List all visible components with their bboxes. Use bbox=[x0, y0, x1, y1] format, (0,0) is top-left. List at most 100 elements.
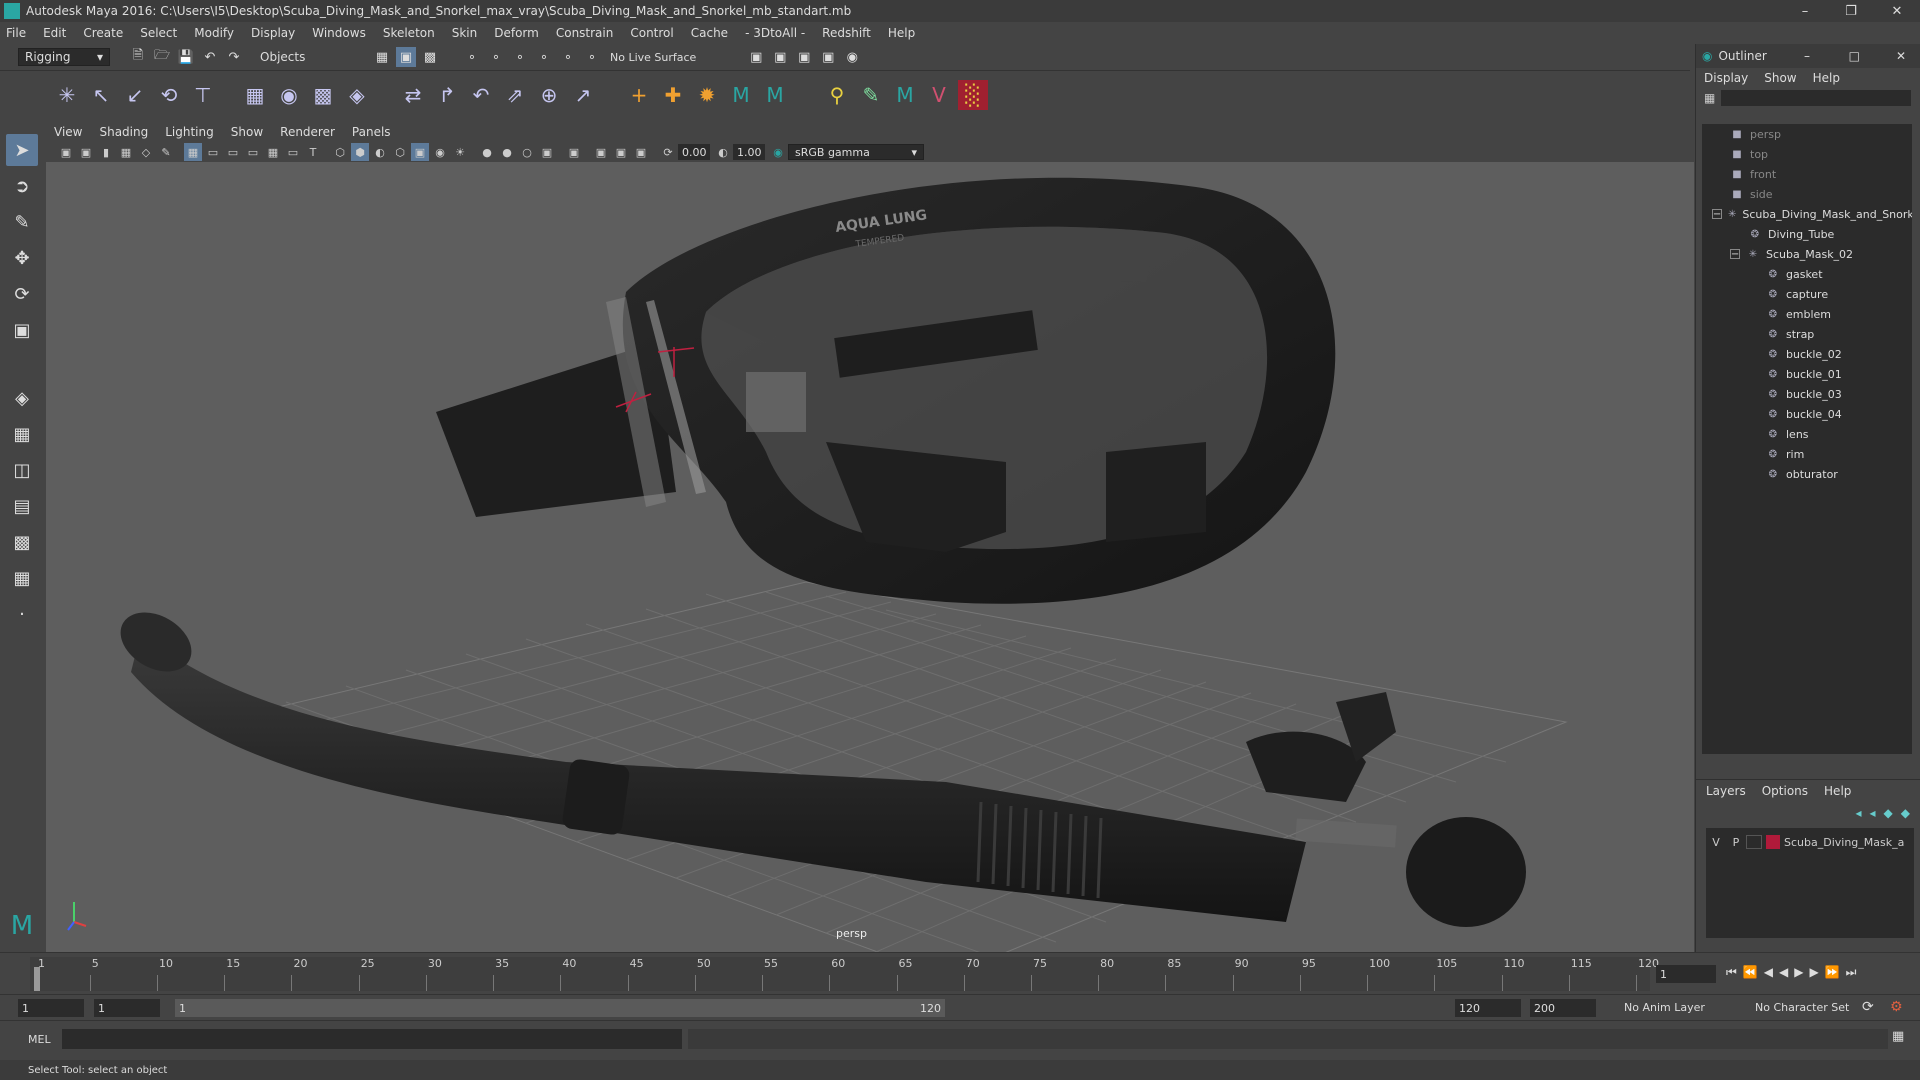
ik-handle-icon[interactable]: ↖ bbox=[86, 80, 116, 110]
outliner-item[interactable]: ❂ lens bbox=[1702, 424, 1912, 444]
outliner-item[interactable]: ❂ gasket bbox=[1702, 264, 1912, 284]
key-icon[interactable]: ⚲ bbox=[822, 80, 852, 110]
xray-joints-icon[interactable]: ▣ bbox=[592, 143, 610, 161]
go-to-end-icon[interactable]: ⏭ bbox=[1846, 965, 1857, 980]
grid-toggle-icon[interactable]: ▦ bbox=[184, 143, 202, 161]
color-management-icon[interactable]: ◉ bbox=[769, 143, 787, 161]
paint-icon[interactable]: ✎ bbox=[856, 80, 886, 110]
minimize-button[interactable]: – bbox=[1782, 0, 1828, 22]
panel-menu-panels[interactable]: Panels bbox=[352, 125, 391, 139]
backface-culling-icon[interactable]: ▣ bbox=[632, 143, 650, 161]
lattice-icon[interactable]: ▩ bbox=[308, 80, 338, 110]
hypershade-layout-icon[interactable]: ▦ bbox=[6, 562, 38, 594]
paint-weights-icon[interactable]: ◉ bbox=[274, 80, 304, 110]
outliner-item[interactable]: − ✳ Scuba_Mask_02 bbox=[1702, 244, 1912, 264]
safe-title-icon[interactable]: T bbox=[304, 143, 322, 161]
outliner-item[interactable]: ■ top bbox=[1702, 144, 1912, 164]
expand-toggle-icon[interactable]: − bbox=[1712, 209, 1722, 220]
save-scene-icon[interactable]: 💾 bbox=[176, 47, 196, 67]
vertex-icon[interactable]: V bbox=[924, 80, 954, 110]
use-default-material-icon[interactable]: ◐ bbox=[371, 143, 389, 161]
step-back-key-icon[interactable]: ⏪ bbox=[1743, 965, 1758, 980]
xray-active-icon[interactable]: ▣ bbox=[612, 143, 630, 161]
2d-pan-zoom-icon[interactable]: ◇ bbox=[137, 143, 155, 161]
outliner-item[interactable]: ■ front bbox=[1702, 164, 1912, 184]
selection-mode-dropdown[interactable]: Objects bbox=[254, 48, 364, 66]
single-view-icon[interactable]: ◈ bbox=[6, 382, 38, 414]
outliner-item[interactable]: ❂ rim bbox=[1702, 444, 1912, 464]
gamma-icon[interactable]: ◐ bbox=[714, 143, 732, 161]
go-to-start-icon[interactable]: ⏮ bbox=[1726, 965, 1737, 980]
render-frame-icon[interactable]: ▣ bbox=[770, 47, 790, 67]
range-bar[interactable]: 1 120 bbox=[175, 999, 945, 1017]
outliner-maximize-button[interactable]: □ bbox=[1849, 49, 1860, 63]
resolution-gate-icon[interactable]: ▭ bbox=[224, 143, 242, 161]
command-language-label[interactable]: MEL bbox=[28, 1033, 51, 1046]
pole-vector-icon[interactable]: ↗ bbox=[568, 80, 598, 110]
playback-end-field[interactable]: 120 bbox=[1455, 999, 1521, 1017]
viewport-persp[interactable]: AQUA LUNG TEMPERED persp bbox=[46, 162, 1694, 952]
scale-constraint-icon[interactable]: ⇗ bbox=[500, 80, 530, 110]
isolate-select-icon[interactable]: ▣ bbox=[565, 143, 583, 161]
current-frame-field[interactable]: 1 bbox=[1656, 965, 1716, 983]
outliner-item[interactable]: ❂ obturator bbox=[1702, 464, 1912, 484]
grease-pencil-icon[interactable]: ✎ bbox=[157, 143, 175, 161]
current-time-indicator[interactable] bbox=[34, 967, 40, 991]
new-layer-icon[interactable]: ◆ bbox=[1884, 806, 1893, 820]
play-back-icon[interactable]: ◀ bbox=[1779, 965, 1788, 980]
snap-grid-icon[interactable]: ∘ bbox=[462, 47, 482, 67]
rotate-tool-icon[interactable]: ⟳ bbox=[6, 278, 38, 310]
bone-icon[interactable]: ✹ bbox=[692, 80, 722, 110]
graph-icon[interactable]: ░ bbox=[958, 79, 988, 110]
new-scene-icon[interactable]: 🗎 bbox=[128, 47, 148, 67]
maya-tool-icon[interactable]: M bbox=[726, 80, 756, 110]
layer-color-swatch[interactable] bbox=[1766, 835, 1780, 849]
outliner-close-button[interactable]: ✕ bbox=[1896, 49, 1906, 63]
camera-select-icon[interactable]: ▣ bbox=[57, 143, 75, 161]
layer-visibility-toggle[interactable]: V bbox=[1706, 836, 1726, 849]
restore-button[interactable]: ❐ bbox=[1828, 0, 1874, 22]
outliner-item[interactable]: ■ side bbox=[1702, 184, 1912, 204]
ambient-occlusion-icon[interactable]: ● bbox=[498, 143, 516, 161]
mirror-joint-icon[interactable]: ⊤ bbox=[188, 80, 218, 110]
panel-menu-shading[interactable]: Shading bbox=[99, 125, 148, 139]
make-live-icon[interactable]: ∘ bbox=[582, 47, 602, 67]
menu-help[interactable]: Help bbox=[888, 26, 915, 40]
side-by-side-icon[interactable]: ◫ bbox=[6, 454, 38, 486]
outliner-item[interactable]: ❂ strap bbox=[1702, 324, 1912, 344]
aim-constraint-icon[interactable]: ⊕ bbox=[534, 80, 564, 110]
mash-icon[interactable]: M bbox=[890, 80, 920, 110]
scale-tool-icon[interactable]: ▣ bbox=[6, 314, 38, 346]
xray-icon[interactable]: ▣ bbox=[411, 143, 429, 161]
wireframe-icon[interactable]: ⬡ bbox=[331, 143, 349, 161]
ipr-render-icon[interactable]: ▣ bbox=[794, 47, 814, 67]
live-surface-label[interactable]: No Live Surface bbox=[610, 51, 696, 64]
more-layouts-icon[interactable]: · bbox=[6, 598, 38, 630]
render-view-icon[interactable]: ▣ bbox=[746, 47, 766, 67]
point-constraint-icon[interactable]: ↱ bbox=[432, 80, 462, 110]
select-component-icon[interactable]: ▩ bbox=[420, 47, 440, 67]
menu-select[interactable]: Select bbox=[140, 26, 177, 40]
menu-set-dropdown[interactable]: Rigging ▾ bbox=[18, 48, 110, 66]
menu-redshift[interactable]: Redshift bbox=[822, 26, 871, 40]
lighting-icon[interactable]: ☀ bbox=[451, 143, 469, 161]
gate-mask-icon[interactable]: ▭ bbox=[244, 143, 262, 161]
step-forward-frame-icon[interactable]: ▶ bbox=[1809, 965, 1818, 980]
outliner-minimize-button[interactable]: – bbox=[1804, 49, 1810, 63]
parent-constraint-icon[interactable]: ⇄ bbox=[398, 80, 428, 110]
menu-display[interactable]: Display bbox=[251, 26, 295, 40]
insert-joint-icon[interactable]: ⟲ bbox=[154, 80, 184, 110]
select-object-icon[interactable]: ▣ bbox=[396, 47, 416, 67]
menu-constrain[interactable]: Constrain bbox=[556, 26, 614, 40]
paint-select-icon[interactable]: ✎ bbox=[6, 206, 38, 238]
layer-playback-toggle[interactable]: P bbox=[1726, 836, 1746, 849]
step-back-frame-icon[interactable]: ◀ bbox=[1764, 965, 1773, 980]
exposure-field[interactable]: 0.00 bbox=[678, 144, 710, 160]
menu-skin[interactable]: Skin bbox=[452, 26, 478, 40]
undo-icon[interactable]: ↶ bbox=[200, 47, 220, 67]
redo-icon[interactable]: ↷ bbox=[224, 47, 244, 67]
menu-edit[interactable]: Edit bbox=[43, 26, 66, 40]
menu-modify[interactable]: Modify bbox=[194, 26, 234, 40]
menu-create[interactable]: Create bbox=[83, 26, 123, 40]
outliner-item[interactable]: ❂ buckle_04 bbox=[1702, 404, 1912, 424]
